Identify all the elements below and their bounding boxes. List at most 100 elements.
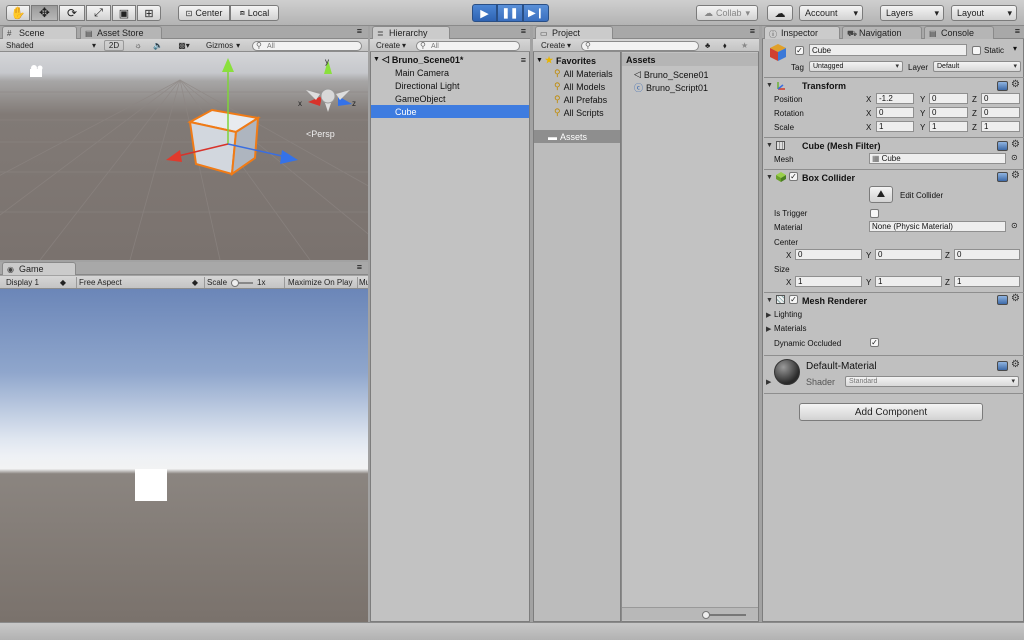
hierarchy-item[interactable]: Main Camera	[371, 66, 529, 79]
gear-icon[interactable]: ⚙	[1011, 139, 1020, 150]
slider-handle[interactable]	[231, 278, 240, 287]
expand-arrow-icon[interactable]: ▼	[766, 297, 773, 304]
collapsed-arrow-icon[interactable]: ▶	[766, 378, 771, 386]
position-y-field[interactable]: 0	[929, 93, 968, 104]
scale-x-field[interactable]: 1	[876, 121, 914, 132]
icon-size-slider[interactable]	[702, 611, 746, 619]
audio-toggle[interactable]: 🔈	[150, 40, 166, 51]
tab-navigation[interactable]: ⛟ Navigation	[842, 26, 922, 39]
scene-viewport[interactable]: y x z <Persp	[0, 52, 368, 260]
size-z-field[interactable]: 1	[954, 276, 1020, 287]
pivot-center-button[interactable]: ⊡ Center	[178, 5, 230, 21]
favorite-item[interactable]: ⚲ All Materials	[554, 67, 620, 80]
favorites-star-button[interactable]: ★	[741, 40, 753, 51]
2d-toggle[interactable]: 2D	[104, 40, 124, 51]
gear-icon[interactable]: ⚙	[1011, 359, 1020, 370]
maximize-on-play-toggle[interactable]: Maximize On Play	[284, 277, 356, 288]
panel-menu-icon[interactable]: ≡	[521, 26, 526, 36]
object-name-field[interactable]: Cube	[809, 44, 967, 56]
filter-by-type-button[interactable]: ♣	[705, 40, 717, 51]
move-tool-button[interactable]: ✥	[31, 5, 58, 21]
favorites-row[interactable]: ▼ ★ Favorites	[536, 54, 620, 67]
help-book-icon[interactable]	[997, 172, 1008, 182]
object-picker-icon[interactable]: ⊙	[1011, 153, 1018, 162]
hand-tool-button[interactable]: ✋	[6, 5, 30, 21]
size-y-field[interactable]: 1	[875, 276, 942, 287]
tag-dropdown[interactable]: Untagged	[809, 61, 903, 72]
rotation-y-field[interactable]: 0	[929, 107, 968, 118]
rotation-x-field[interactable]: 0	[876, 107, 914, 118]
hierarchy-create-dropdown[interactable]: Create ▾	[376, 40, 412, 51]
rotate-tool-button[interactable]: ⟳	[59, 5, 85, 21]
gear-icon[interactable]: ⚙	[1011, 170, 1020, 181]
tab-game[interactable]: ◉ Game	[2, 262, 76, 275]
box-collider-enabled-checkbox[interactable]: ✓	[789, 172, 798, 181]
help-book-icon[interactable]	[997, 141, 1008, 151]
scale-z-field[interactable]: 1	[981, 121, 1020, 132]
panel-menu-icon[interactable]: ≡	[1015, 26, 1020, 36]
space-local-button[interactable]: ⧈ Local	[230, 5, 279, 21]
favorite-item[interactable]: ⚲ All Models	[554, 80, 620, 93]
persp-label[interactable]: <Persp	[306, 129, 335, 139]
dynamic-occluded-checkbox[interactable]: ✓	[870, 338, 879, 347]
layers-dropdown[interactable]: Layers ▾	[880, 5, 944, 21]
panel-menu-icon[interactable]: ≡	[357, 26, 362, 36]
materials-foldout[interactable]: Materials	[774, 324, 806, 333]
hierarchy-search-input[interactable]: ⚲ All	[416, 41, 520, 51]
shading-mode-dropdown[interactable]: Shaded ▾	[6, 40, 98, 51]
expand-arrow-icon[interactable]: ▼	[766, 174, 773, 181]
lighting-foldout[interactable]: Lighting	[774, 310, 802, 319]
game-viewport[interactable]	[0, 289, 368, 622]
favorite-item[interactable]: ⚲ All Scripts	[554, 106, 620, 119]
scene-root-row[interactable]: ▼ ◁ Bruno_Scene01* ≡	[373, 53, 528, 66]
transform-tool-button[interactable]: ⊞	[137, 5, 161, 21]
center-z-field[interactable]: 0	[954, 249, 1020, 260]
expand-arrow-icon[interactable]: ▼	[766, 142, 773, 149]
filter-by-label-button[interactable]: ⬧	[723, 40, 735, 51]
cube-object[interactable]	[187, 108, 261, 177]
help-book-icon[interactable]	[997, 295, 1008, 305]
position-z-field[interactable]: 0	[981, 93, 1020, 104]
slider-track[interactable]	[231, 278, 254, 287]
center-x-field[interactable]: 0	[795, 249, 862, 260]
favorite-item[interactable]: ⚲ All Prefabs	[554, 93, 620, 106]
gear-icon[interactable]: ⚙	[1011, 293, 1020, 304]
display-dropdown[interactable]: Display 1 ◆	[6, 277, 68, 288]
collapsed-arrow-icon[interactable]: ▶	[766, 311, 771, 319]
mute-audio-toggle[interactable]: Mu	[357, 277, 368, 288]
object-picker-icon[interactable]: ⊙	[1011, 221, 1018, 230]
gear-icon[interactable]: ⚙	[1011, 79, 1020, 90]
account-dropdown[interactable]: Account ▾	[799, 5, 863, 21]
panel-menu-icon[interactable]: ≡	[750, 26, 755, 36]
tab-console[interactable]: ▤ Console	[924, 26, 994, 39]
cloud-services-button[interactable]: ☁	[767, 5, 793, 21]
position-x-field[interactable]: -1.2	[876, 93, 914, 104]
mesh-renderer-enabled-checkbox[interactable]: ✓	[789, 295, 798, 304]
tab-asset-store[interactable]: ▤ Asset Store	[80, 26, 162, 39]
tab-project[interactable]: ▭ Project	[535, 26, 613, 39]
layout-dropdown[interactable]: Layout ▾	[951, 5, 1017, 21]
project-create-dropdown[interactable]: Create ▾	[541, 40, 577, 51]
add-component-button[interactable]: Add Component	[799, 403, 983, 421]
active-checkbox[interactable]: ✓	[795, 46, 804, 55]
scale-y-field[interactable]: 1	[929, 121, 968, 132]
expand-arrow-icon[interactable]: ▼	[766, 82, 773, 89]
panel-menu-icon[interactable]: ≡	[357, 262, 362, 272]
project-search-input[interactable]: ⚲	[581, 41, 699, 51]
help-book-icon[interactable]	[997, 361, 1008, 371]
slider-handle[interactable]	[702, 611, 710, 619]
hierarchy-item[interactable]: Directional Light	[371, 79, 529, 92]
tab-inspector[interactable]: ⓘ Inspector	[764, 26, 840, 39]
gizmos-dropdown[interactable]: Gizmos ▾	[206, 40, 246, 51]
pause-button[interactable]: ❚❚	[497, 4, 523, 22]
scene-search-input[interactable]: ⚲ All	[252, 41, 362, 51]
is-trigger-checkbox[interactable]	[870, 209, 879, 218]
collapsed-arrow-icon[interactable]: ▶	[766, 325, 771, 333]
static-dropdown-icon[interactable]: ▾	[1013, 44, 1017, 53]
scale-slider[interactable]: Scale 1x	[204, 277, 282, 288]
static-checkbox[interactable]	[972, 46, 981, 55]
scene-menu-icon[interactable]: ≡	[521, 55, 526, 65]
effects-dropdown[interactable]: ▩ ▾	[172, 40, 196, 51]
mesh-field[interactable]: ▦ Cube	[869, 153, 1006, 164]
step-button[interactable]: ▶❙	[523, 4, 549, 22]
